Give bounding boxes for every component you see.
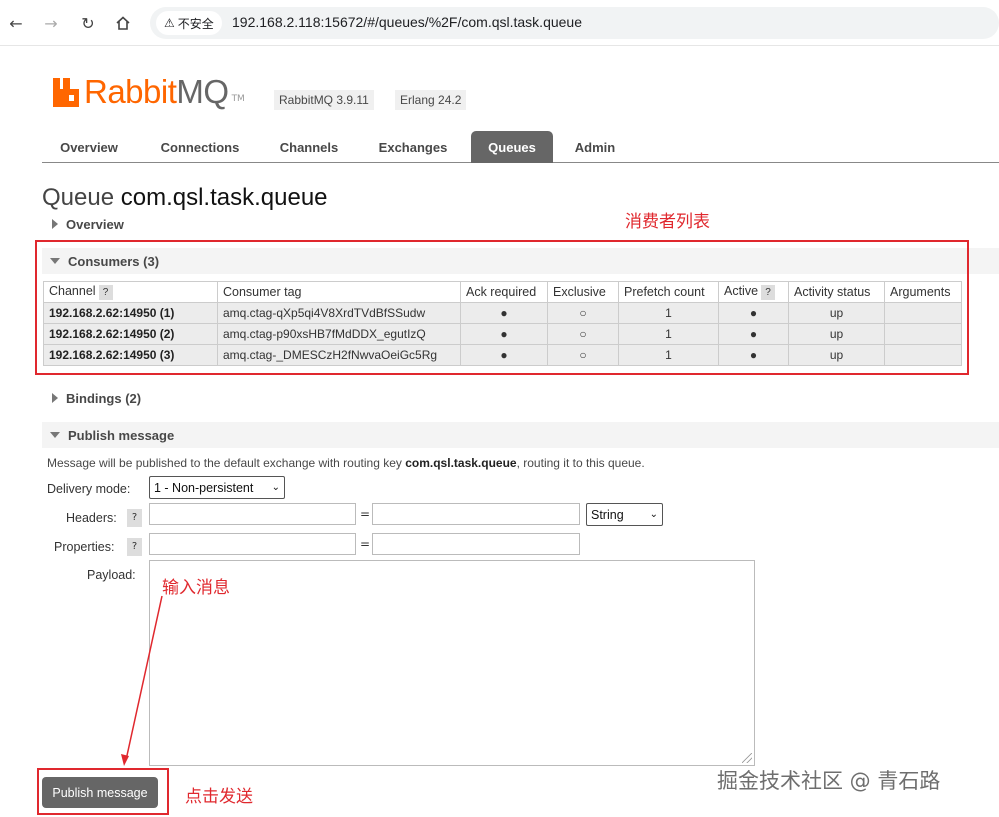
- help-icon[interactable]: ?: [127, 509, 142, 527]
- warning-icon: ⚠: [164, 16, 175, 30]
- equals-sign: =: [360, 537, 371, 551]
- rabbit-logo-icon: [53, 78, 79, 107]
- section-publish-label: Publish message: [68, 427, 175, 443]
- tab-connections[interactable]: Connections: [148, 131, 252, 163]
- routing-key: com.qsl.task.queue: [405, 456, 517, 470]
- section-overview-toggle[interactable]: Overview: [42, 211, 124, 237]
- page-title-prefix: Queue: [42, 184, 115, 211]
- property-key-input[interactable]: [149, 533, 356, 555]
- payload-label: Payload:: [87, 568, 136, 582]
- back-icon[interactable]: ←: [5, 12, 27, 34]
- trademark-mark: TM: [231, 94, 245, 104]
- header-value-input[interactable]: [372, 503, 580, 525]
- address-bar[interactable]: ⚠ 不安全 192.168.2.118:15672/#/queues/%2F/c…: [150, 7, 999, 39]
- chevron-down-icon: ⌄: [271, 482, 280, 493]
- watermark-text: 掘金技术社区 @ 青石路: [717, 769, 941, 793]
- collapsed-triangle-icon: [52, 219, 58, 229]
- main-tabs: Overview Connections Channels Exchanges …: [42, 131, 999, 163]
- header-key-input[interactable]: [149, 503, 356, 525]
- resize-handle[interactable]: [742, 753, 752, 763]
- security-chip[interactable]: ⚠ 不安全: [156, 11, 222, 35]
- version-badge: RabbitMQ 3.9.11: [274, 90, 374, 110]
- logo-rabbit-text: Rabbit: [84, 73, 177, 110]
- property-value-input[interactable]: [372, 533, 580, 555]
- delivery-mode-select[interactable]: 1 - Non-persistent ⌄: [149, 476, 285, 499]
- reload-icon[interactable]: ↻: [77, 12, 99, 34]
- rabbitmq-logo[interactable]: RabbitMQ TM: [52, 72, 245, 112]
- publish-info: Message will be published to the default…: [47, 456, 645, 470]
- consumers-highlight-box: [35, 240, 969, 375]
- annotation-consumer-list: 消费者列表: [625, 212, 710, 232]
- chevron-down-icon: ⌄: [649, 509, 658, 520]
- page-title: Queue com.qsl.task.queue: [42, 184, 328, 212]
- erlang-badge: Erlang 24.2: [395, 90, 467, 110]
- tab-exchanges[interactable]: Exchanges: [368, 131, 458, 163]
- forward-icon[interactable]: →: [40, 12, 62, 34]
- security-label: 不安全: [177, 16, 214, 31]
- equals-sign: =: [360, 507, 371, 521]
- headers-label: Headers:: [66, 511, 117, 525]
- queue-name: com.qsl.task.queue: [120, 184, 328, 211]
- tab-admin[interactable]: Admin: [564, 131, 626, 163]
- publish-button-highlight-box: [37, 768, 169, 815]
- delivery-mode-label: Delivery mode:: [47, 482, 131, 496]
- section-overview-label: Overview: [66, 216, 124, 232]
- section-bindings-label: Bindings (2): [66, 390, 142, 406]
- properties-label: Properties:: [54, 540, 115, 554]
- logo-mq-text: MQ: [176, 73, 229, 110]
- header-type-select[interactable]: String ⌄: [586, 503, 663, 526]
- expanded-triangle-icon: [50, 432, 60, 438]
- annotation-input-message: 输入消息: [162, 578, 230, 598]
- browser-toolbar: ← → ↻ ⚠ 不安全 192.168.2.118:15672/#/queues…: [0, 0, 999, 46]
- section-bindings-toggle[interactable]: Bindings (2): [42, 385, 141, 411]
- collapsed-triangle-icon: [52, 393, 58, 403]
- url-text: 192.168.2.118:15672/#/queues/%2F/com.qsl…: [232, 14, 582, 30]
- tab-channels[interactable]: Channels: [268, 131, 350, 163]
- annotation-click-send: 点击发送: [185, 787, 253, 807]
- home-icon[interactable]: [112, 12, 134, 34]
- tab-overview[interactable]: Overview: [48, 131, 130, 163]
- payload-textarea[interactable]: [149, 560, 755, 766]
- help-icon[interactable]: ?: [127, 538, 142, 556]
- section-publish-toggle[interactable]: Publish message: [42, 422, 999, 448]
- tab-queues[interactable]: Queues: [471, 131, 553, 163]
